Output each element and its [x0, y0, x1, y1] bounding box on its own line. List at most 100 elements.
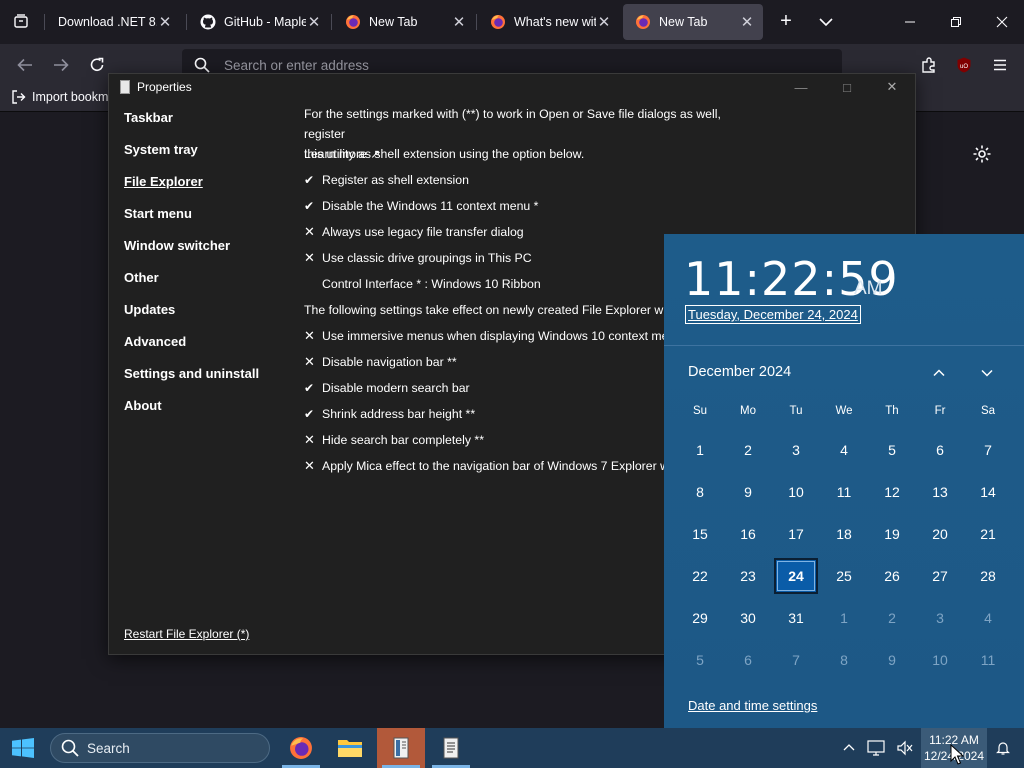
- option-hide-search-bar[interactable]: ✕ Hide search bar completely **: [304, 430, 484, 450]
- calendar-day[interactable]: 4: [966, 600, 1010, 636]
- taskbar-file-explorer[interactable]: [327, 728, 373, 768]
- calendar-day[interactable]: 27: [918, 558, 962, 594]
- calendar-day[interactable]: 16: [726, 516, 770, 552]
- close-icon[interactable]: ✕: [883, 78, 901, 96]
- minimize-icon[interactable]: [896, 8, 924, 36]
- calendar-day[interactable]: 7: [966, 432, 1010, 468]
- close-icon[interactable]: ✕: [596, 14, 612, 31]
- calendar-day[interactable]: 25: [822, 558, 866, 594]
- control-interface-select[interactable]: Control Interface * : Windows 10 Ribbon: [322, 277, 541, 291]
- calendar-day[interactable]: 9: [726, 474, 770, 510]
- calendar-day[interactable]: 1: [678, 432, 722, 468]
- restart-file-explorer-link[interactable]: Restart File Explorer (*): [124, 627, 249, 641]
- reload-icon[interactable]: [86, 54, 108, 76]
- windows-start-icon[interactable]: [12, 738, 34, 758]
- gear-icon[interactable]: [972, 144, 992, 164]
- calendar-day[interactable]: 11: [822, 474, 866, 510]
- calendar-day[interactable]: 8: [822, 642, 866, 678]
- calendar-day[interactable]: 1: [822, 600, 866, 636]
- sidebar-item-file-explorer[interactable]: File Explorer: [124, 174, 203, 189]
- close-icon[interactable]: ✕: [157, 14, 173, 31]
- calendar-day[interactable]: 6: [918, 432, 962, 468]
- calendar-day[interactable]: 5: [678, 642, 722, 678]
- calendar-day[interactable]: 28: [966, 558, 1010, 594]
- calendar-day[interactable]: 5: [870, 432, 914, 468]
- chevron-up-icon[interactable]: [840, 728, 858, 768]
- calendar-day[interactable]: 29: [678, 600, 722, 636]
- calendar-day[interactable]: 30: [726, 600, 770, 636]
- calendar-day[interactable]: 20: [918, 516, 962, 552]
- close-window-icon[interactable]: [988, 8, 1016, 36]
- back-arrow-icon[interactable]: [14, 54, 36, 76]
- calendar-day[interactable]: 9: [870, 642, 914, 678]
- calendar-day[interactable]: 11: [966, 642, 1010, 678]
- option-register-shell-extension[interactable]: ✔ Register as shell extension: [304, 170, 469, 190]
- option-shrink-address-bar[interactable]: ✔ Shrink address bar height **: [304, 404, 475, 424]
- calendar-day[interactable]: 26: [870, 558, 914, 594]
- learn-more-link[interactable]: Learn more ↗: [304, 144, 381, 164]
- tab-download-dotnet[interactable]: Download .NET 8.0 (Li ✕: [46, 4, 181, 40]
- calendar-day[interactable]: 23: [726, 558, 770, 594]
- calendar-day[interactable]: 4: [822, 432, 866, 468]
- option-disable-modern-search[interactable]: ✔ Disable modern search bar: [304, 378, 470, 398]
- restore-icon[interactable]: [942, 8, 970, 36]
- minimize-icon[interactable]: —: [792, 78, 810, 96]
- list-all-tabs-icon[interactable]: [8, 8, 34, 34]
- date-time-settings-link[interactable]: Date and time settings: [688, 698, 817, 713]
- tab-new-tab-1[interactable]: New Tab ✕: [333, 4, 475, 40]
- calendar-day[interactable]: 2: [726, 432, 770, 468]
- option-disable-navigation-bar[interactable]: ✕ Disable navigation bar **: [304, 352, 457, 372]
- sidebar-item-taskbar[interactable]: Taskbar: [124, 110, 173, 125]
- sidebar-item-start-menu[interactable]: Start menu: [124, 206, 192, 221]
- sidebar-item-system-tray[interactable]: System tray: [124, 142, 198, 157]
- hamburger-menu-icon[interactable]: [989, 54, 1011, 76]
- tab-whats-new[interactable]: What's new with ✕: [478, 4, 620, 40]
- tab-github[interactable]: GitHub - Maples ✕: [188, 4, 330, 40]
- calendar-day[interactable]: 21: [966, 516, 1010, 552]
- calendar-day[interactable]: 7: [774, 642, 818, 678]
- month-year-label[interactable]: December 2024: [688, 364, 791, 380]
- calendar-day[interactable]: 12: [870, 474, 914, 510]
- sidebar-item-updates[interactable]: Updates: [124, 302, 175, 317]
- new-tab-plus-icon[interactable]: +: [774, 10, 798, 34]
- close-icon[interactable]: ✕: [739, 14, 755, 31]
- calendar-day[interactable]: 31: [774, 600, 818, 636]
- option-classic-drive-groupings[interactable]: ✕ Use classic drive groupings in This PC: [304, 248, 532, 268]
- sidebar-item-settings-uninstall[interactable]: Settings and uninstall: [124, 366, 259, 381]
- calendar-day[interactable]: 10: [918, 642, 962, 678]
- calendar-day[interactable]: 15: [678, 516, 722, 552]
- long-date-link[interactable]: Tuesday, December 24, 2024: [685, 305, 861, 324]
- notification-bell-icon[interactable]: [992, 728, 1014, 768]
- ublock-origin-icon[interactable]: uO: [953, 54, 975, 76]
- sidebar-item-other[interactable]: Other: [124, 270, 159, 285]
- calendar-day-today[interactable]: 24: [774, 558, 818, 594]
- maximize-icon[interactable]: □: [838, 78, 856, 96]
- close-icon[interactable]: ✕: [306, 14, 322, 31]
- calendar-day[interactable]: 19: [870, 516, 914, 552]
- sidebar-item-advanced[interactable]: Advanced: [124, 334, 186, 349]
- calendar-day[interactable]: 8: [678, 474, 722, 510]
- calendar-day[interactable]: 13: [918, 474, 962, 510]
- taskbar-firefox[interactable]: [278, 728, 324, 768]
- option-immersive-menus[interactable]: ✕ Use immersive menus when displaying Wi…: [304, 326, 701, 346]
- sidebar-item-about[interactable]: About: [124, 398, 162, 413]
- option-legacy-file-transfer[interactable]: ✕ Always use legacy file transfer dialog: [304, 222, 524, 242]
- taskbar-search-box[interactable]: Search: [50, 733, 270, 763]
- calendar-day[interactable]: 6: [726, 642, 770, 678]
- address-input[interactable]: [224, 57, 784, 73]
- calendar-day[interactable]: 3: [918, 600, 962, 636]
- extensions-puzzle-icon[interactable]: [918, 54, 940, 76]
- taskbar-notepad[interactable]: [428, 728, 474, 768]
- option-disable-win11-context-menu[interactable]: ✔ Disable the Windows 11 context menu *: [304, 196, 538, 216]
- calendar-day[interactable]: 17: [774, 516, 818, 552]
- tab-new-tab-active[interactable]: New Tab ✕: [623, 4, 763, 40]
- taskbar-properties-app[interactable]: [377, 728, 425, 768]
- chevron-down-icon[interactable]: [976, 362, 998, 384]
- forward-arrow-icon[interactable]: [50, 54, 72, 76]
- sidebar-item-window-switcher[interactable]: Window switcher: [124, 238, 230, 253]
- calendar-day[interactable]: 3: [774, 432, 818, 468]
- chevron-down-icon[interactable]: [816, 12, 836, 32]
- calendar-day[interactable]: 22: [678, 558, 722, 594]
- option-mica-effect[interactable]: ✕ Apply Mica effect to the navigation ba…: [304, 456, 707, 476]
- volume-muted-icon[interactable]: [893, 728, 917, 768]
